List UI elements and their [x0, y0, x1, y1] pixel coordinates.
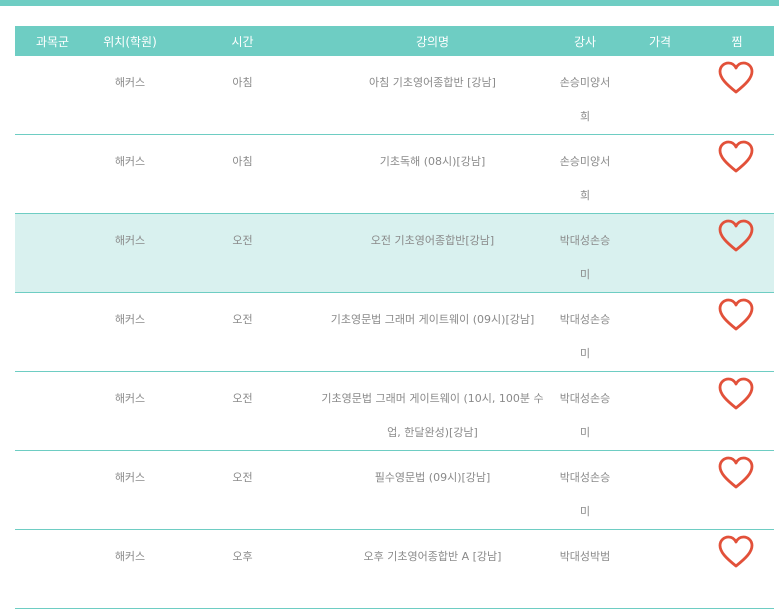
course-title-link[interactable]: 기초영문법 그래머 게이트웨이 (09시)[강남]: [320, 303, 545, 337]
teacher-cell: 박대성박범: [559, 550, 611, 563]
table-row[interactable]: 해커스 아침 아침 기초영어종합반 [강남] 손승미양서희: [15, 56, 774, 135]
location-cell: 해커스: [114, 155, 146, 168]
heart-icon[interactable]: [718, 61, 754, 95]
course-title-link[interactable]: 오전 기초영어종합반[강남]: [320, 224, 545, 258]
course-title-link[interactable]: 아침 기초영어종합반 [강남]: [320, 66, 545, 100]
teacher-cell: 박대성손승미: [559, 392, 611, 439]
teacher-cell: 손승미양서희: [559, 155, 611, 202]
location-cell: 해커스: [114, 76, 146, 89]
header-time[interactable]: 시간: [170, 33, 315, 50]
heart-icon[interactable]: [718, 140, 754, 174]
heart-icon[interactable]: [718, 456, 754, 490]
table-row[interactable]: 해커스 아침 기초독해 (08시)[강남] 손승미양서희: [15, 135, 774, 214]
table-row[interactable]: 해커스 오후 오후 기초영어종합반 A [강남] 박대성박범: [15, 530, 774, 609]
table-row[interactable]: 해커스 오전 기초영문법 그래머 게이트웨이 (09시)[강남] 박대성손승미: [15, 293, 774, 372]
time-cell: 오전: [232, 234, 253, 247]
time-cell: 오전: [232, 471, 253, 484]
teacher-cell: 박대성손승미: [559, 234, 611, 281]
time-cell: 아침: [232, 76, 253, 89]
header-course[interactable]: 강의명: [315, 33, 550, 50]
table-header: 과목군 위치(학원) 시간 강의명 강사 가격 찜: [15, 26, 774, 56]
heart-icon[interactable]: [718, 535, 754, 569]
time-cell: 오전: [232, 313, 253, 326]
header-teacher[interactable]: 강사: [550, 33, 620, 50]
location-cell: 해커스: [114, 234, 146, 247]
teacher-cell: 박대성손승미: [559, 313, 611, 360]
course-table: 과목군 위치(학원) 시간 강의명 강사 가격 찜 해커스 아침 아침 기초영어종합…: [15, 26, 774, 609]
course-title-link[interactable]: 기초독해 (08시)[강남]: [320, 145, 545, 179]
top-accent-bar: [0, 0, 779, 6]
location-cell: 해커스: [114, 392, 146, 405]
heart-icon[interactable]: [718, 219, 754, 253]
location-cell: 해커스: [114, 313, 146, 326]
location-cell: 해커스: [114, 550, 146, 563]
course-title-link[interactable]: 기초영문법 그래머 게이트웨이 (10시, 100분 수업, 한달완성)[강남]: [320, 382, 545, 450]
heart-icon[interactable]: [718, 298, 754, 332]
header-location[interactable]: 위치(학원): [90, 33, 170, 50]
teacher-cell: 손승미양서희: [559, 76, 611, 123]
table-row[interactable]: 해커스 오전 기초영문법 그래머 게이트웨이 (10시, 100분 수업, 한달완성…: [15, 372, 774, 451]
time-cell: 아침: [232, 155, 253, 168]
location-cell: 해커스: [114, 471, 146, 484]
header-wish[interactable]: 찜: [700, 33, 774, 50]
course-title-link[interactable]: 필수영문법 (09시)[강남]: [320, 461, 545, 495]
time-cell: 오후: [232, 550, 253, 563]
course-title-link[interactable]: 오후 기초영어종합반 A [강남]: [320, 540, 545, 574]
heart-icon[interactable]: [718, 377, 754, 411]
teacher-cell: 박대성손승미: [559, 471, 611, 518]
header-price[interactable]: 가격: [620, 33, 700, 50]
table-body: 해커스 아침 아침 기초영어종합반 [강남] 손승미양서희 해커스 아침 기초독해 (08시…: [15, 56, 774, 609]
table-row[interactable]: 해커스 오전 필수영문법 (09시)[강남] 박대성손승미: [15, 451, 774, 530]
table-row[interactable]: 해커스 오전 오전 기초영어종합반[강남] 박대성손승미: [15, 214, 774, 293]
time-cell: 오전: [232, 392, 253, 405]
header-category[interactable]: 과목군: [15, 33, 90, 50]
